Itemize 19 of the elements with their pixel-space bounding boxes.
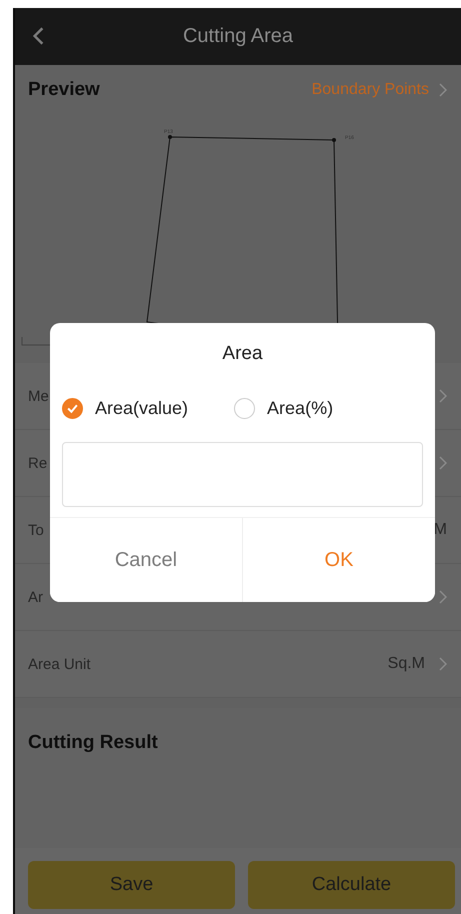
radio-option[interactable]: Area(value) — [62, 398, 188, 419]
radio-option[interactable]: Area(%) — [234, 398, 334, 419]
check-icon — [66, 402, 79, 415]
point-marker — [332, 138, 336, 142]
back-icon[interactable] — [33, 27, 44, 45]
page-title: Cutting Area — [182, 25, 294, 48]
radio-button[interactable] — [62, 398, 83, 419]
cancel-button[interactable]: Cancel — [50, 518, 243, 602]
boundary-points-link[interactable]: Boundary Points — [312, 81, 447, 99]
calculate-button[interactable]: Calculate — [248, 861, 455, 909]
dialog-title: Area — [221, 343, 264, 365]
section-title: Cutting Result — [28, 732, 158, 753]
section-title: Preview — [28, 79, 100, 101]
settings-row[interactable]: Area Unit Sq.M — [15, 631, 461, 698]
save-button[interactable]: Save — [28, 861, 235, 909]
radio-button[interactable] — [234, 398, 256, 419]
chevron-icon — [439, 83, 447, 97]
input-field[interactable] — [62, 442, 423, 507]
point-marker — [168, 135, 172, 139]
